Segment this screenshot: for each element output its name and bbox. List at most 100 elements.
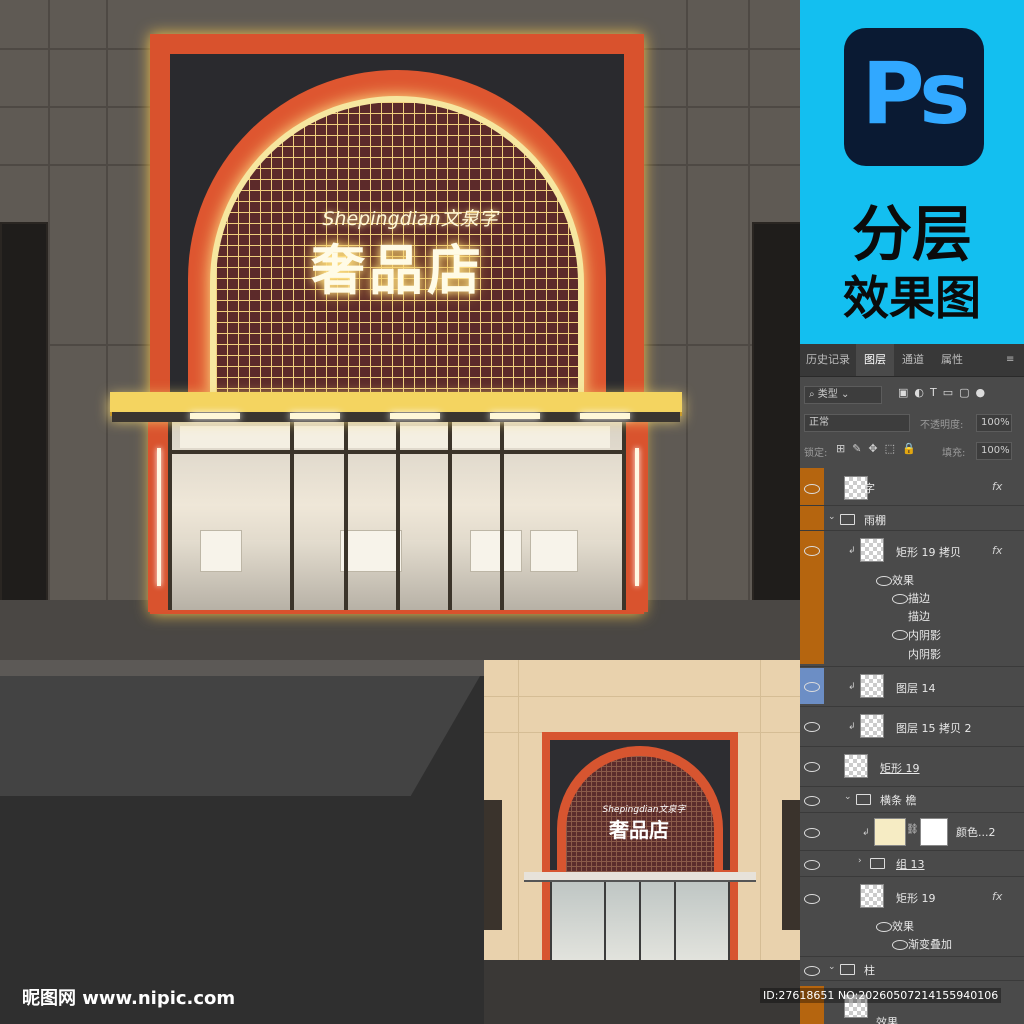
wall-joint [106,0,108,660]
eye-icon[interactable] [804,546,820,556]
layer-group-name[interactable]: 雨棚 [864,512,886,528]
layer-group-name[interactable]: 横条 檐 [880,792,917,808]
eye-icon[interactable] [876,576,892,586]
mullion [500,420,504,610]
lock-label: 锁定: [804,448,828,459]
eye-icon[interactable] [892,594,908,604]
folder-icon [870,858,885,869]
mullion [168,420,172,610]
layer-name[interactable]: 字 [864,480,875,496]
effect-name[interactable]: 内阴影 [908,646,941,662]
chevron-down-icon[interactable]: ⌄ [828,512,836,522]
badge-title-line1: 分层 [852,200,972,270]
layer-divider [800,850,1024,851]
side-window-left [0,222,48,606]
layer-thumbnail [860,674,884,698]
filter-icons[interactable]: ▣◐T▭▢● [898,386,991,399]
fx-icon[interactable]: fx [992,544,1002,557]
chevron-right-icon[interactable]: › [858,856,862,866]
road-light-patch [0,676,481,796]
canopy-downlight [580,413,630,419]
layer-group-name[interactable]: 柱 [864,962,875,978]
opacity-input[interactable]: 100% [976,414,1012,432]
eye-icon[interactable] [804,894,820,904]
canopy-downlight [290,413,340,419]
eye-icon[interactable] [804,762,820,772]
effects-label: 效果 [892,574,914,587]
tab-channels[interactable]: 通道 [894,344,932,376]
layer-divider [800,980,1024,981]
badge-title-line2: 效果图 [843,271,981,325]
tab-layers[interactable]: 图层 [856,344,894,376]
layer-thumbnail [860,538,884,562]
fx-icon[interactable]: fx [992,890,1002,903]
lock-icons[interactable]: ⊞✎✥⬚🔒 [836,442,923,455]
panel-menu-icon[interactable]: ≡ [1006,354,1014,365]
display-case [530,530,578,572]
mullion [448,420,452,610]
eye-icon[interactable] [804,860,820,870]
mullion [550,882,552,960]
search-icon: ⌕ [809,389,818,400]
tab-properties[interactable]: 属性 [932,344,972,376]
interior-ceiling [180,426,610,448]
eye-icon[interactable] [804,682,820,692]
eye-icon[interactable] [804,796,820,806]
layer-divider [800,956,1024,957]
eye-icon[interactable] [804,966,820,976]
storefront-render: Shepingdian文泉字 奢品店 Shepingdian文泉字 奢品店 [0,0,800,1024]
fill-input[interactable]: 100% [976,442,1012,460]
mullion [604,882,606,960]
layer-divider [800,706,1024,707]
wall-joint [484,696,800,697]
layer-divider [800,786,1024,787]
effects-label: 效果 [892,920,914,933]
layer-name[interactable]: 图层 14 [896,680,936,696]
clip-arrow-icon: ↲ [848,682,856,692]
layer-name[interactable]: 矩形 19 [896,890,936,906]
canopy-downlight [190,413,240,419]
eye-icon[interactable] [892,940,908,950]
layer-filter-select[interactable]: ⌕ 类型 ⌄ [804,386,882,404]
wall-joint [686,0,688,660]
layer-name[interactable]: 图层 15 拷贝 2 [896,720,972,736]
chevron-down-icon[interactable]: ⌄ [828,962,836,972]
mullion [290,420,294,610]
clip-arrow-icon: ↲ [862,828,870,838]
wall-joint [748,0,750,660]
fx-icon[interactable]: fx [992,480,1002,493]
tab-history[interactable]: 历史记录 [800,344,856,376]
chevron-down-icon[interactable]: ⌄ [844,792,852,802]
canopy-downlight [390,413,440,419]
layer-thumbnail [860,714,884,738]
eye-icon[interactable] [876,922,892,932]
layer-name[interactable]: 颜色...2 [956,824,996,840]
mullion [622,420,626,610]
fill-label: 填充: [942,448,966,459]
mullion [396,420,400,610]
effect-name[interactable]: 渐变叠加 [908,936,952,952]
pillar-lamp-left [157,448,161,586]
watermark-id: ID:27618651 NO:20260507214155940106 [760,988,1002,1003]
layer-divider [800,746,1024,747]
blend-mode-select[interactable]: 正常 [804,414,910,432]
sign-shop-name: 奢品店 [311,239,485,302]
folder-icon [856,794,871,805]
layer-divider [800,876,1024,877]
eye-icon[interactable] [804,722,820,732]
link-icon[interactable]: ⛓ [906,824,919,835]
eye-icon[interactable] [804,828,820,838]
effect-name[interactable]: 描边 [908,590,930,606]
layer-color-tag [800,468,824,664]
layer-thumbnail [844,754,868,778]
layer-group-name[interactable]: 组 13 [896,856,925,872]
effect-name[interactable]: 描边 [908,608,930,624]
eye-icon[interactable] [892,630,908,640]
layer-name[interactable]: 矩形 19 [880,760,920,776]
eye-icon[interactable] [804,484,820,494]
side-window-right [782,800,800,930]
layer-name[interactable]: 矩形 19 拷贝 [896,544,961,560]
layer-mask-thumbnail [920,818,948,846]
layer-divider [800,812,1024,813]
effect-name[interactable]: 内阴影 [908,627,941,643]
